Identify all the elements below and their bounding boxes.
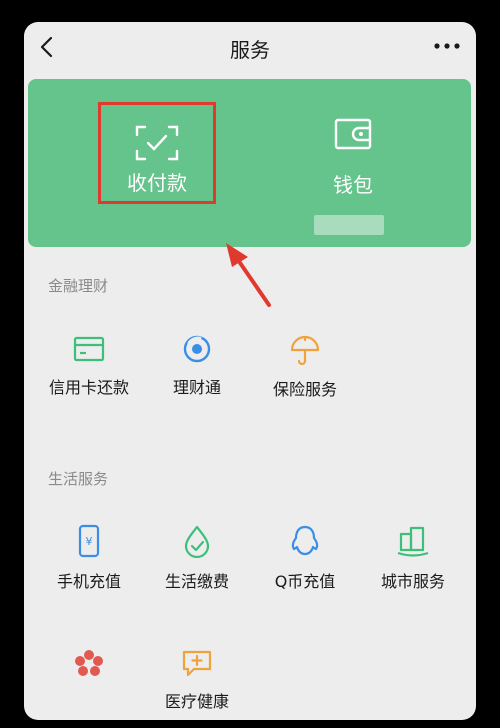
service-label: 理财通 [172,378,221,397]
licaitong-icon [183,335,211,363]
svg-text:¥: ¥ [86,535,93,548]
water-drop-check-icon [184,525,210,558]
service-label: 手机充值 [56,572,121,591]
pay-receive-button[interactable]: 收付款 [98,102,216,204]
service-label: 保险服务 [272,380,337,399]
blurred-balance [314,215,384,235]
mobile-topup-item[interactable]: ¥ 手机充值 [34,524,144,592]
qcoin-topup-item[interactable]: Q币充值 [250,524,360,592]
wallet-icon [334,118,372,150]
section-title-finance: 金融理财 [48,277,109,295]
medical-health-item[interactable]: 医疗健康 [142,648,252,712]
credit-card-repay-item[interactable]: 信用卡还款 [34,334,144,398]
medical-chat-icon [182,650,212,677]
service-label: 城市服务 [380,572,445,591]
service-label: 信用卡还款 [48,378,129,397]
service-label: Q币充值 [274,572,336,591]
ellipsis-icon [434,43,460,49]
pay-label: 收付款 [127,171,187,195]
qq-penguin-icon [291,525,319,556]
payment-card: 收付款 钱包 [28,79,471,307]
service-screen: 服务 收付款 钱包 金融理财 信用卡还款 理财通 保险服务 生活服务 ¥ 手机充… [24,22,476,720]
city-buildings-icon [397,526,429,557]
flower-service-item[interactable] [34,648,144,688]
phone-yuan-icon: ¥ [78,524,100,558]
pointer-arrow-icon [226,243,271,307]
city-service-item[interactable]: 城市服务 [358,524,468,592]
section-title-life: 生活服务 [48,470,109,488]
page-title: 服务 [230,38,270,62]
more-button[interactable] [432,34,462,58]
licaitong-item[interactable]: 理财通 [142,334,252,398]
top-bar: 服务 [24,22,476,72]
scan-check-icon [135,125,179,161]
wallet-label: 钱包 [333,173,373,197]
wallet-button[interactable]: 钱包 [298,99,408,235]
umbrella-icon [290,335,320,366]
service-label: 医疗健康 [164,692,229,711]
insurance-item[interactable]: 保险服务 [250,334,360,400]
utility-bill-item[interactable]: 生活缴费 [142,524,252,592]
flower-icon [75,650,103,676]
service-label: 生活缴费 [164,572,229,591]
credit-card-icon [73,336,105,362]
